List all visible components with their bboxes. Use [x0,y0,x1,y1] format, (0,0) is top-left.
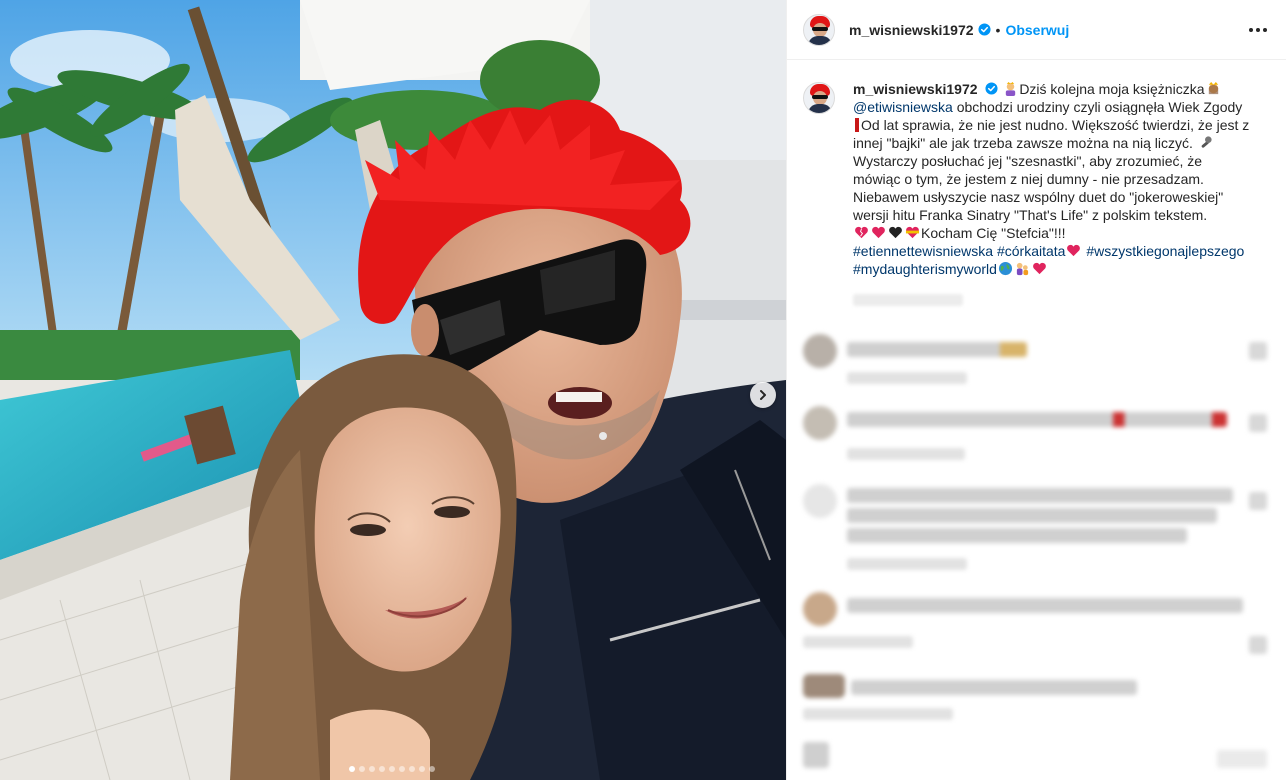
black-heart-icon [889,226,902,239]
like-icon[interactable] [1249,342,1267,360]
comment-blurred[interactable] [803,484,1269,574]
comment-blurred[interactable] [803,334,1269,394]
chevron-right-icon [760,390,766,400]
carousel-dot [379,766,385,772]
hashtag-link[interactable]: #mydaughterismyworld [853,261,997,277]
verified-badge-icon [977,23,991,36]
caption-text: m_wisniewski1972 Dziś kolejna moja księż… [853,80,1251,278]
mention-link[interactable]: @etiwisniewska [853,99,953,115]
author-avatar[interactable] [803,13,835,46]
carousel-dot [359,766,365,772]
post-side-panel: m_wisniewski1972 • Obserwuj m_wisniewski… [786,0,1286,780]
comment-blurred[interactable] [803,592,1269,654]
comment-blurred[interactable] [803,406,1269,466]
microphone-emoji [1201,136,1212,148]
verified-badge-icon [985,82,998,95]
caption-body-3: Wystarczy posłuchać jej "szesnastki", ab… [853,153,1224,223]
globe-emoji [998,261,1013,276]
carousel-dot [419,766,425,772]
striped-heart-icon [905,226,920,239]
more-options-icon[interactable] [1246,20,1270,40]
carousel-next-button[interactable] [750,382,776,408]
commenter-avatar [803,592,837,626]
red-heart-icon [1067,244,1081,257]
commenter-avatar [803,334,837,368]
comment-blurred[interactable] [803,742,1269,780]
like-icon[interactable] [1249,636,1267,654]
caption-avatar[interactable] [803,82,835,114]
carousel-dot [389,766,395,772]
red-heart-icon [872,226,885,239]
princess-emoji [1006,81,1016,96]
post-header: m_wisniewski1972 • Obserwuj [787,0,1286,60]
header-separator: • [995,21,1001,38]
carousel-dot [369,766,375,772]
red-heart-icon [1033,262,1046,275]
broken-heart-icon [855,226,868,239]
commenter-avatar [803,406,837,440]
hashtag-link[interactable]: #córkaitata [997,243,1065,259]
commenter-avatar [803,674,845,698]
hashtag-link[interactable]: #wszystkiegonajlepszego [1086,243,1244,259]
like-icon[interactable] [1249,414,1267,432]
heart-emojis [853,225,921,241]
caption-body-2: Od lat sprawia, że nie jest nudno. Więks… [853,117,1250,151]
comment-blurred[interactable] [803,674,1269,724]
post-caption: m_wisniewski1972 Dziś kolejna moja księż… [787,60,1286,278]
carousel-dot [399,766,405,772]
caption-timestamp-blurred [853,294,963,306]
carousel-dot [429,766,435,772]
red-mark-emoji [855,118,859,132]
family-emoji [1016,262,1029,276]
caption-intro: Dziś kolejna moja księżniczka [1019,81,1205,97]
instagram-post-modal: m_wisniewski1972 • Obserwuj m_wisniewski… [0,0,1286,780]
love-line: Kocham Cię "Stefcia"!!! [921,225,1066,241]
caption-body-1: obchodzi urodziny czyli osiągnęła Wiek Z… [952,99,1243,115]
commenter-avatar [803,484,837,518]
princess-emoji [1208,81,1218,95]
post-photo [0,0,786,780]
follow-button[interactable]: Obserwuj [1005,22,1069,38]
caption-username[interactable]: m_wisniewski1972 [853,81,978,97]
post-media[interactable] [0,0,786,780]
carousel-dots [349,766,435,772]
hashtag-link[interactable]: #etiennettewisniewska [853,243,993,259]
commenter-avatar [803,742,829,768]
author-username[interactable]: m_wisniewski1972 [849,22,974,38]
like-icon[interactable] [1249,492,1267,510]
carousel-dot-active [349,766,355,772]
carousel-dot [409,766,415,772]
